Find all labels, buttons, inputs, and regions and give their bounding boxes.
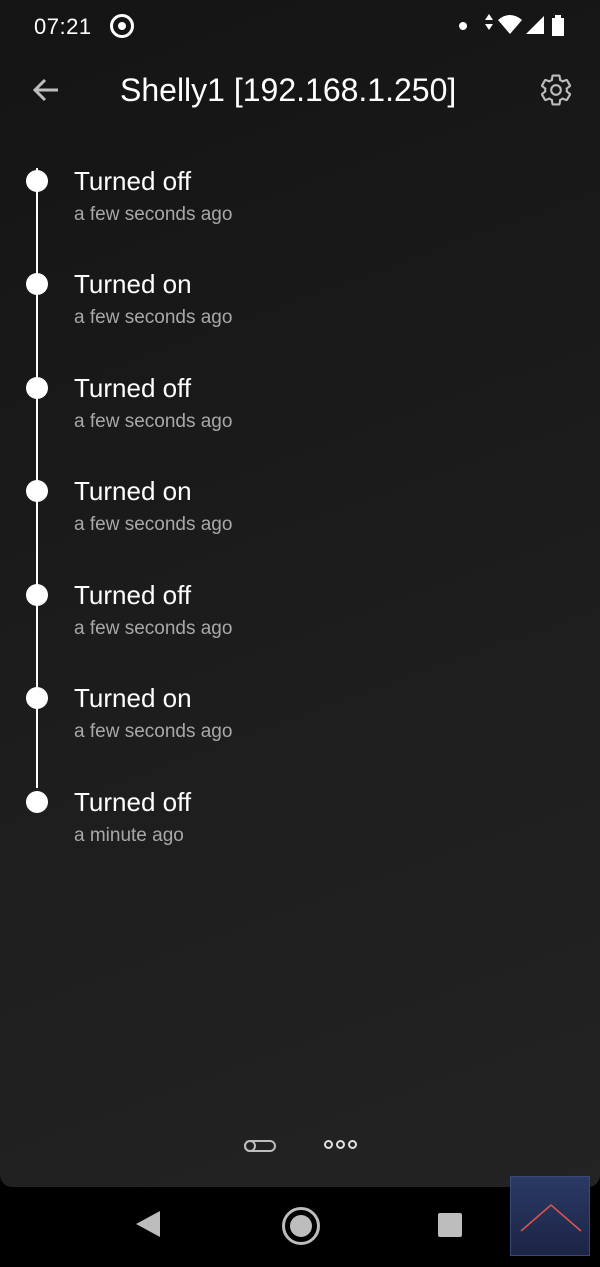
timeline-dot <box>26 377 48 399</box>
page-title: Shelly1 [192.168.1.250] <box>120 72 457 108</box>
timeline-item: Turned off a minute ago <box>0 761 600 851</box>
event-title: Turned off <box>74 166 192 196</box>
event-title: Turned on <box>74 269 192 299</box>
event-time: a few seconds ago <box>74 514 233 535</box>
triangle-back-icon <box>136 1211 160 1237</box>
event-time: a few seconds ago <box>74 618 233 639</box>
arrow-left-icon <box>32 78 58 102</box>
event-time: a few seconds ago <box>74 307 233 328</box>
status-bar: 07:21 <box>0 0 600 52</box>
sync-status-icon <box>110 14 134 38</box>
timeline-item: Turned off a few seconds ago <box>0 140 600 230</box>
event-time: a few seconds ago <box>74 411 233 432</box>
settings-button[interactable] <box>532 66 580 114</box>
timeline-item: Turned on a few seconds ago <box>0 243 600 333</box>
nav-back-button[interactable] <box>134 1209 162 1244</box>
nav-home-button[interactable] <box>282 1207 320 1245</box>
timeline-item: Turned on a few seconds ago <box>0 450 600 540</box>
gear-icon <box>540 74 572 106</box>
app-screen: 07:21 Shelly1 [192.168.1.250] Turned off… <box>0 0 600 1187</box>
timeline-dot <box>26 687 48 709</box>
event-time: a minute ago <box>74 825 184 846</box>
event-time: a few seconds ago <box>74 721 233 742</box>
back-button[interactable] <box>24 68 68 112</box>
notification-dot-icon <box>459 22 467 30</box>
timeline-dot <box>26 273 48 295</box>
app-bar: Shelly1 [192.168.1.250] <box>0 52 600 128</box>
event-title: Turned on <box>74 476 192 506</box>
timeline-item: Turned on a few seconds ago <box>0 657 600 747</box>
event-title: Turned off <box>74 373 192 403</box>
status-time: 07:21 <box>34 14 92 39</box>
event-title: Turned off <box>74 580 192 610</box>
wifi-icon <box>498 15 522 34</box>
timeline-item: Turned off a few seconds ago <box>0 347 600 437</box>
scroll-to-top-button[interactable] <box>510 1176 590 1256</box>
signal-icon <box>526 16 544 34</box>
timeline-dot <box>26 791 48 813</box>
page-indicator <box>0 1130 600 1166</box>
timeline-item: Turned off a few seconds ago <box>0 554 600 644</box>
nav-recents-button[interactable] <box>438 1213 462 1237</box>
timeline-dot <box>26 584 48 606</box>
timeline-dot <box>26 480 48 502</box>
more-options-icon[interactable] <box>324 1140 357 1152</box>
battery-icon <box>552 15 564 36</box>
timeline-dot <box>26 170 48 192</box>
event-title: Turned on <box>74 683 192 713</box>
data-arrows-icon <box>485 14 493 30</box>
event-title: Turned off <box>74 787 192 817</box>
toggle-icon[interactable] <box>244 1140 276 1152</box>
status-icons <box>480 12 580 45</box>
chevron-up-icon <box>520 1204 582 1232</box>
event-time: a few seconds ago <box>74 204 233 225</box>
